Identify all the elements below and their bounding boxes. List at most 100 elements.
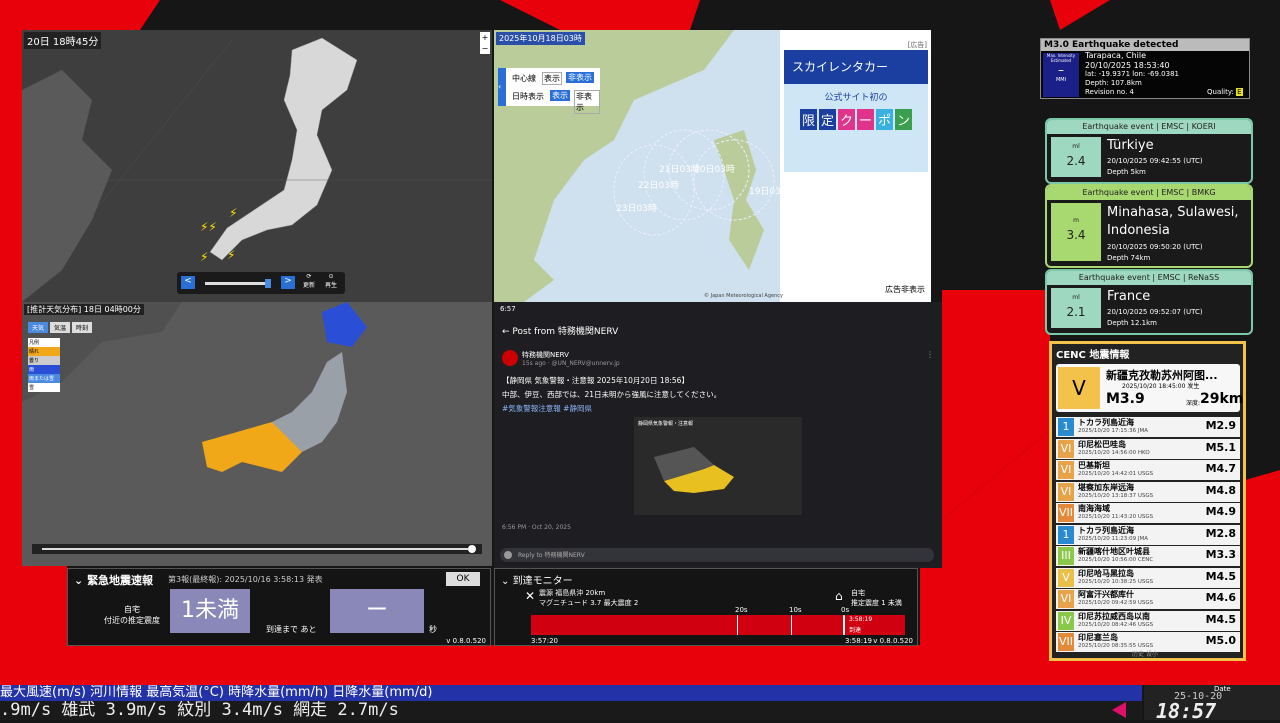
cenc-latest[interactable]: V 新疆克孜勒苏州阿图... 2025/10/20 18:45:00 发生 M3…	[1056, 364, 1244, 412]
cenc-main-time: 2025/10/20 18:45:00 发生	[1122, 383, 1200, 390]
cenc-main-depth: 29km	[1200, 391, 1244, 407]
time-show-button[interactable]: 表示	[550, 90, 570, 101]
post-image[interactable]: 静岡県気象警報・注意報	[634, 417, 802, 515]
eew-version: v 0.8.0.520	[446, 637, 486, 645]
eew-title: ⌄ 緊急地震速報	[74, 574, 154, 587]
japan-map-gray	[22, 37, 492, 302]
avatar	[502, 350, 518, 366]
mmi-badge: Max. Intensity Estimated – MMI	[1043, 53, 1079, 97]
zoom-controls[interactable]: + −	[480, 32, 490, 54]
time-scrubber[interactable]	[32, 544, 482, 554]
ad-coupon-char: 定	[818, 109, 836, 130]
location-label: 自宅 付近の推定震度	[104, 605, 160, 625]
cenc-item-time: 2025/10/20 10:38:25 USGS	[1078, 578, 1154, 585]
center-show-button[interactable]: 表示	[542, 72, 562, 85]
lightning-map-panel: 20日 18時45分 ⚡⚡ ⚡ ⚡ ⚡ < > ⟳ 更新 ⊙ 再生 + −	[22, 30, 492, 302]
cenc-list-item[interactable]: VII 南海海域 2025/10/20 11:43:20 USGS M4.9	[1056, 503, 1240, 523]
cenc-main-mag: M3.9	[1106, 391, 1145, 407]
tab-temp[interactable]: 気温	[50, 322, 71, 333]
cenc-footer: 历史 设小	[1132, 651, 1158, 658]
hide-ad-button[interactable]: 広告非表示	[885, 284, 925, 295]
cenc-list-item[interactable]: III 新疆喀什地区叶城县 2025/10/20 10:56:00 CENC M3.3	[1056, 546, 1240, 566]
cenc-list-item[interactable]: VI 巴基斯坦 2025/10/20 14:42:01 USGS M4.7	[1056, 460, 1240, 480]
post-author: 特務機関NERV	[522, 351, 569, 359]
play-button[interactable]: ⊙ 再生	[325, 273, 337, 289]
arrival-monitor-panel: ⌄ 到達モニター ✕ 震源 福島県沖 20km マグニチュード 3.7 最大震度…	[494, 568, 918, 646]
lightning-icon: ⚡	[227, 248, 236, 262]
copyright: © Japan Meteorological Agency	[704, 293, 783, 299]
center-hide-button[interactable]: 非表示	[566, 72, 594, 83]
ad-label: [広告]	[907, 41, 927, 49]
eew-panel: ⌄ 緊急地震速報 第3報(最終報): 2025/10/16 3:58:13 発表…	[67, 568, 491, 646]
ad-panel[interactable]: [広告] スカイレンタカー 公式サイト初の 限 定 ク ー ポ ン 広告非表示	[780, 30, 931, 302]
cenc-item-time: 2025/10/20 08:42:46 USGS	[1078, 621, 1154, 628]
weather-legend: 凡例 晴れ 曇り 雨 雨または雪 雪	[28, 338, 60, 392]
map2-timestamp: 2025年10月18日03時	[496, 32, 585, 45]
post-header: ← Post from 特務機関NERV	[502, 327, 619, 337]
cenc-panel: CENC 地震情報 V 新疆克孜勒苏州阿图... 2025/10/20 18:4…	[1049, 341, 1246, 661]
reply-field[interactable]: Reply to 特務機関NERV	[500, 548, 934, 562]
arrived-label: 到達	[849, 627, 862, 634]
event-card[interactable]: Earthquake event | EMSC | KOERI ml 2.4 Tü…	[1045, 118, 1253, 184]
next-button[interactable]: >	[281, 276, 295, 289]
ad-coupon-char: ク	[837, 109, 855, 130]
event-card[interactable]: Earthquake event | EMSC | ReNaSS ml 2.1 F…	[1045, 269, 1253, 335]
cenc-list-item[interactable]: VI 堪察加东岸远海 2025/10/20 13:18:37 USGS M4.8	[1056, 481, 1240, 502]
cenc-item-name: トカラ列島近海	[1078, 418, 1134, 427]
arrival-bar: 3:58:19 到達	[531, 615, 905, 635]
event-card[interactable]: Earthquake event | EMSC | BMKG m 3.4 Mina…	[1045, 184, 1253, 268]
time-hide-button[interactable]: 非表示	[574, 90, 600, 114]
time-slider[interactable]	[205, 279, 271, 288]
playback-controls: < > ⟳ 更新 ⊙ 再生	[177, 272, 345, 294]
cenc-item-name: 南海海域	[1078, 504, 1110, 513]
collapse-button[interactable]: ‹	[498, 68, 506, 106]
cenc-item-mag: M4.6	[1205, 591, 1236, 604]
weather-map-panel: [推計天気分布] 18日 04時00分 天気 気温 時刻 凡例 晴れ 曇り 雨 …	[22, 302, 492, 566]
detected-quake-panel: M3.0 Earthquake detected Max. Intensity …	[1040, 38, 1250, 99]
ok-button[interactable]: OK	[446, 572, 480, 586]
tick-0s: 0s	[841, 606, 850, 614]
cenc-item-intensity: VI	[1058, 482, 1074, 501]
prev-button[interactable]: <	[181, 276, 195, 289]
back-arrow-icon[interactable]: ←	[502, 327, 510, 337]
cenc-list-item[interactable]: 1 トカラ列島近海 2025/10/20 17:15:36 JMA M2.9	[1056, 417, 1240, 437]
map3-title: [推計天気分布] 18日 04時00分	[24, 304, 144, 315]
post-tags[interactable]: #気象警報注意報 #静岡県	[502, 403, 592, 414]
arrival-version: v 0.8.0.520	[873, 637, 913, 645]
cenc-item-time: 2025/10/20 11:23:09 JMA	[1078, 535, 1149, 542]
cenc-item-time: 2025/10/20 14:56:00 HKO	[1078, 449, 1150, 456]
update-button[interactable]: ⟳ 更新	[303, 273, 315, 289]
cenc-list-item[interactable]: V 印尼哈马黑拉岛 2025/10/20 10:38:25 USGS M4.5	[1056, 567, 1240, 588]
cenc-item-intensity: III	[1058, 547, 1074, 565]
cenc-item-intensity: V	[1058, 568, 1074, 587]
tab-time[interactable]: 時刻	[72, 322, 93, 333]
cenc-item-mag: M4.5	[1205, 612, 1236, 626]
cenc-list-item[interactable]: 1 トカラ列島近海 2025/10/20 11:23:09 JMA M2.8	[1056, 524, 1240, 545]
seconds-unit: 秒	[429, 625, 437, 634]
cenc-item-intensity: VI	[1058, 439, 1074, 458]
arrival-title: ⌄ 到達モニター	[501, 576, 573, 587]
detected-time: 20/10/2025 18:53:40	[1085, 61, 1170, 70]
track-label: 23日03時	[616, 204, 657, 214]
cenc-item-name: 印尼松巴哇岛	[1078, 439, 1126, 449]
detected-title: M3.0 Earthquake detected	[1041, 39, 1249, 51]
cenc-item-mag: M4.7	[1205, 462, 1236, 475]
cenc-list-item[interactable]: VI 阿富汗兴都库什 2025/10/20 09:42:59 USGS M4.6	[1056, 589, 1240, 609]
cenc-item-name: トカラ列島近海	[1078, 525, 1134, 535]
post-meta: 15s ago · @UN_NERV@unnerv.jp	[522, 360, 620, 367]
refresh-icon: ⟳	[306, 273, 312, 280]
cenc-list-item[interactable]: IV 印尼苏拉威西岛以南 2025/10/20 08:42:46 USGS M4.5	[1056, 610, 1240, 631]
track-label: 22日03時	[638, 181, 679, 191]
cenc-list-item[interactable]: VI 印尼松巴哇岛 2025/10/20 14:56:00 HKO M5.1	[1056, 438, 1240, 459]
more-menu-icon[interactable]: ⋮	[926, 350, 934, 359]
cenc-item-mag: M4.9	[1205, 505, 1236, 518]
cenc-item-intensity: IV	[1058, 611, 1074, 630]
home-icon: ⌂	[835, 589, 843, 603]
cenc-item-name: 阿富汗兴都库什	[1078, 590, 1134, 599]
reply-avatar	[504, 551, 512, 559]
cenc-item-name: 新疆喀什地区叶城县	[1078, 547, 1150, 556]
tab-weather[interactable]: 天気	[28, 322, 49, 333]
center-line-label: 中心線	[512, 74, 536, 83]
detected-latlon: lat: -19.9371 lon: -69.0381	[1085, 70, 1179, 78]
reply-placeholder: Reply to 特務機関NERV	[518, 552, 585, 559]
